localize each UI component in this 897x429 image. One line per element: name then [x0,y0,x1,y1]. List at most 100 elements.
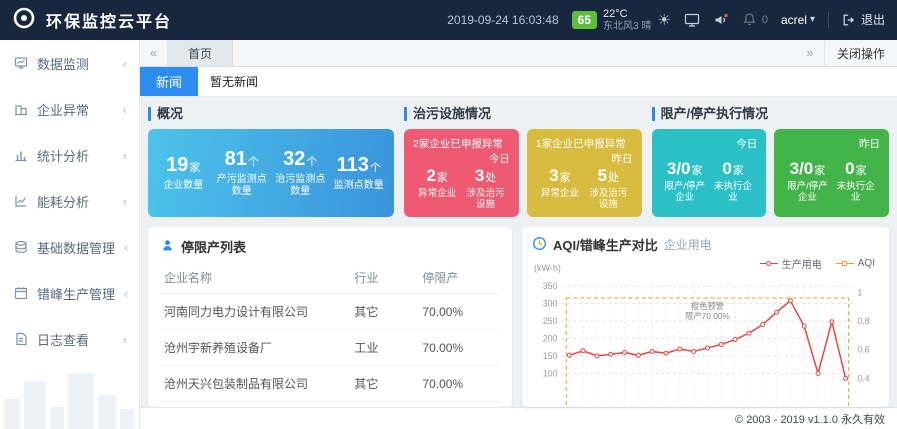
tab-home[interactable]: 首页 [168,40,233,66]
stat-value: 5 [598,166,607,185]
stat-unit: 个 [370,162,381,174]
stat-value: 32 [283,148,305,170]
sidebar-item-label: 日志查看 [37,330,114,349]
industry: 其它 [350,294,418,330]
chevron-left-icon: ‹ [124,240,128,255]
caret-down-icon: ▾ [810,14,815,25]
stat-value: 3 [475,166,484,185]
aqi-panel-subtitle: 企业用电 [664,236,712,253]
wind-label: 东北风3 晴 [603,21,651,33]
table-row[interactable]: 沧州宇新养殖设备厂 工业 70.00% [160,330,500,366]
stat-value: 0 [722,159,731,178]
stat-value: 81 [225,148,247,170]
stop-production-table: 企业名称 行业 停限产 河南同力电力设计有限公司 其它 70.00% [160,262,500,402]
chevron-left-icon: ‹ [123,102,127,117]
overview-title: 概况 [148,107,394,121]
legend-label: 生产用电 [782,256,822,271]
stat-unit: 家 [189,162,200,174]
stat-label: 异常企业 [536,188,584,211]
industry: 工业 [350,330,418,366]
sidebar-item-label: 数据监测 [37,54,114,73]
chevron-left-icon: ‹ [123,332,127,347]
header-divider [828,12,829,28]
col-industry: 行业 [350,262,418,294]
stat-unit: 家 [856,165,867,177]
stat-value: 113 [337,154,369,176]
facility-card-today: 2家企业已申报异常 今日 2家 3处 异常企业 涉及治污设施 [404,129,519,217]
percent: 70.00% [418,294,500,330]
svg-text:250: 250 [543,316,558,326]
facility-stat: 3处 [461,166,509,186]
top-header: 环保监控云平台 2019-09-24 16:03:48 65 22°C 东北风3… [0,0,897,40]
close-operations-button[interactable]: 关闭操作 [824,40,897,66]
stop-list-icon [160,238,175,256]
stat-unit: 家 [560,172,571,184]
stat-unit: 个 [248,156,259,168]
overview-stat: 113个 监测点数量 [330,154,389,193]
svg-text:0.4: 0.4 [857,373,869,383]
legend-label: AQI [858,258,875,269]
logout-icon [842,13,856,27]
production-card-yesterday: 昨日 3/0家 0家 限产/停产企业 未执行企业 [774,129,889,217]
stat-label: 企业数量 [154,180,213,193]
aqi-compare-panel: AQI/错峰生产对比 企业用电 (kW-h) 生产用电 AQ [522,227,889,407]
monitor-chart-icon [14,56,28,70]
svg-text:300: 300 [543,298,558,308]
sidebar-item-energy-analysis[interactable]: 能耗分析 ‹ [0,178,139,224]
stat-label: 限产/停产企业 [661,181,709,204]
sidebar-item-data-monitoring[interactable]: 数据监测 ‹ [0,40,139,86]
user-menu[interactable]: acrel ▾ [781,13,815,27]
news-tab[interactable]: 新闻 [140,67,198,96]
weather-widget: 65 22°C 东北风3 晴 ☀ [572,8,671,32]
sidebar-item-statistics[interactable]: 统计分析 ‹ [0,132,139,178]
stat-unit: 家 [733,165,744,177]
svg-text:0.8: 0.8 [857,316,869,326]
stat-unit: 个 [306,156,317,168]
scroll-tabs-right-button[interactable]: » [796,40,824,66]
stat-value: 3 [549,166,558,185]
stat-label: 涉及治污设施 [584,188,632,211]
facility-card-yesterday: 1家企业已申报异常 昨日 3家 5处 异常企业 涉及治污设施 [527,129,642,217]
stop-production-list-panel: 停限产列表 企业名称 行业 停限产 河南同力电力设计有限公司 [148,227,512,407]
temperature-label: 22°C [603,8,651,21]
sidebar-item-label: 企业异常 [37,100,114,119]
production-section: 限产/停产执行情况 今日 3/0家 0家 限产/停产企业 未执行企业 [652,107,890,217]
table-row[interactable]: 沧州天兴包装制品有限公司 其它 70.00% [160,366,500,402]
scroll-tabs-left-button[interactable]: « [140,40,168,66]
list-panel-title: 停限产列表 [181,237,246,256]
chevron-left-icon: ‹ [123,148,127,163]
clock-icon [532,236,547,254]
facility-stat: 2家 [413,166,461,186]
stat-label: 涉及治污设施 [461,188,509,211]
svg-text:200: 200 [543,333,558,343]
bar-chart-icon [14,148,28,162]
table-row[interactable]: 河南同力电力设计有限公司 其它 70.00% [160,294,500,330]
company-name: 沧州宇新养殖设备厂 [160,330,350,366]
datetime-display: 2019-09-24 16:03:48 [447,13,558,27]
logout-button[interactable]: 退出 [842,11,885,28]
chevron-left-icon: ‹ [124,286,128,301]
sidebar-item-offpeak-production[interactable]: 错峰生产管理 ‹ [0,270,139,316]
footer: © 2003 - 2019 v1.1.0 永久有效 [140,407,897,429]
stat-label: 未执行企业 [832,181,880,204]
legend-item-aqi[interactable]: AQI [836,258,875,269]
overview-card: 19家 企业数量 81个 产污监测点数量 32个 治污监测点数量 113个 [148,129,394,217]
aqi-chart-area: (kW-h) 生产用电 AQI 35030025020015010010 [532,256,879,402]
notification-bell-icon[interactable] [742,12,757,27]
header-right-cluster: 2019-09-24 16:03:48 65 22°C 东北风3 晴 ☀ 0 a… [447,8,885,32]
monitor-icon[interactable] [684,12,700,28]
sidebar-item-log-view[interactable]: 日志查看 ‹ [0,316,139,362]
facility-stat: 5处 [584,166,632,186]
news-message: 暂无新闻 [210,73,258,90]
stat-label: 产污监测点数量 [213,174,272,199]
facility-section: 治污设施情况 2家企业已申报异常 今日 2家 3处 异常企业 涉及治污设施 [404,107,642,217]
production-stat: 3/0家 [661,159,709,179]
sidebar-item-enterprise-abnormal[interactable]: 企业异常 ‹ [0,86,139,132]
sidebar-item-base-data[interactable]: 基础数据管理 ‹ [0,224,139,270]
speaker-icon[interactable] [713,12,729,28]
col-percent: 停限产 [418,262,500,294]
overview-stat: 32个 治污监测点数量 [271,148,330,199]
legend-item-power[interactable]: 生产用电 [760,256,822,271]
facility-title: 治污设施情况 [404,107,642,121]
industry: 其它 [350,366,418,402]
